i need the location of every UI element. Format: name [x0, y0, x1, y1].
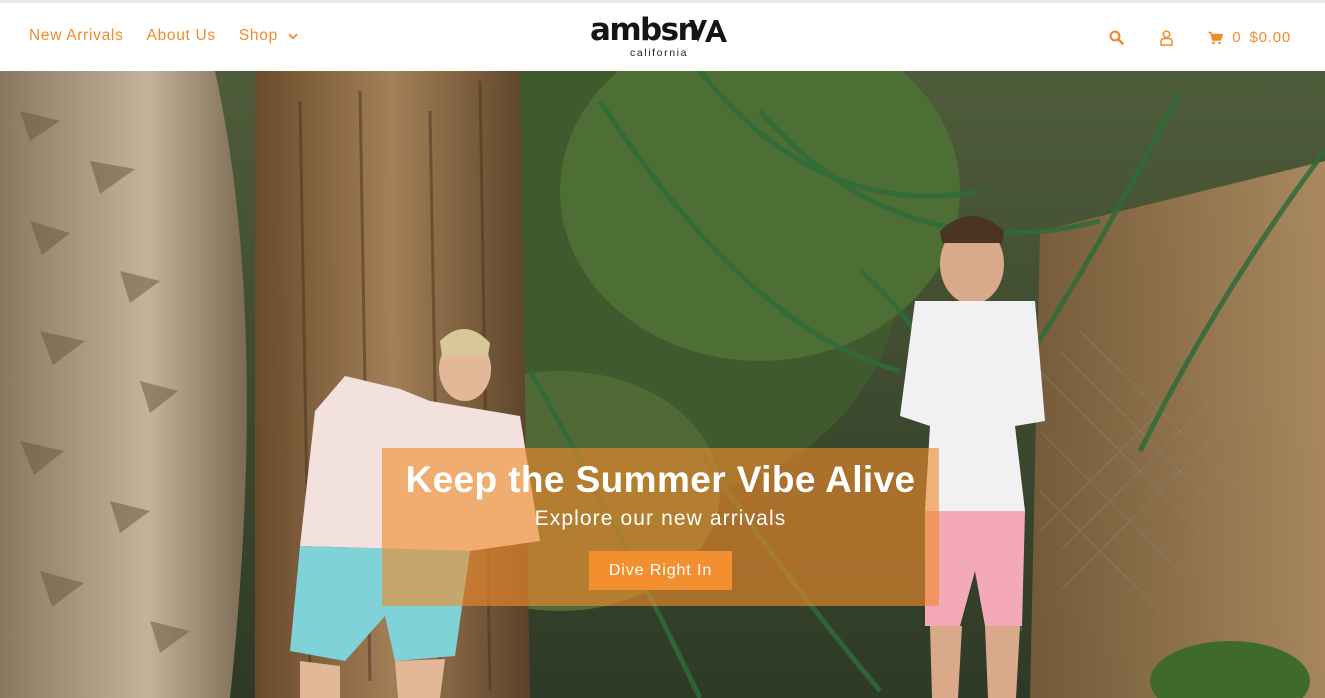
hero-banner: Keep the Summer Vibe Alive Explore our n…	[0, 71, 1325, 698]
nav-shop[interactable]: Shop	[239, 27, 298, 45]
chevron-down-icon[interactable]	[288, 33, 298, 40]
nav-about-us-label: About Us	[146, 27, 216, 44]
nav-new-arrivals-label: New Arrivals	[29, 27, 124, 44]
cart-icon[interactable]	[1208, 31, 1224, 45]
search-icon[interactable]	[1109, 30, 1125, 45]
hero-callout: Keep the Summer Vibe Alive Explore our n…	[382, 448, 939, 606]
brand-logo[interactable]: ambsn california	[590, 12, 732, 64]
hero-title: Keep the Summer Vibe Alive	[405, 459, 916, 500]
cart-total: $0.00	[1249, 29, 1291, 46]
logo-subtitle: california	[630, 47, 689, 59]
nav-shop-label: Shop	[238, 27, 278, 44]
hero-subtitle: Explore our new arrivals	[534, 507, 787, 530]
logo-wordmark: ambsn	[590, 12, 700, 48]
user-icon[interactable]	[1160, 29, 1174, 46]
header-actions: 0 $0.00	[1109, 29, 1291, 46]
site-header: New Arrivals About Us Shop ambsn califor…	[0, 0, 1325, 71]
nav-new-arrivals[interactable]: New Arrivals	[29, 27, 124, 45]
cart-count: 0	[1232, 29, 1242, 46]
dive-right-in-button[interactable]: Dive Right In	[588, 551, 733, 590]
heart-a-logo-icon	[687, 18, 731, 49]
main-nav: New Arrivals About Us Shop	[29, 27, 321, 45]
nav-about-us[interactable]: About Us	[147, 27, 216, 45]
cart-summary[interactable]: 0 $0.00	[1208, 29, 1291, 46]
